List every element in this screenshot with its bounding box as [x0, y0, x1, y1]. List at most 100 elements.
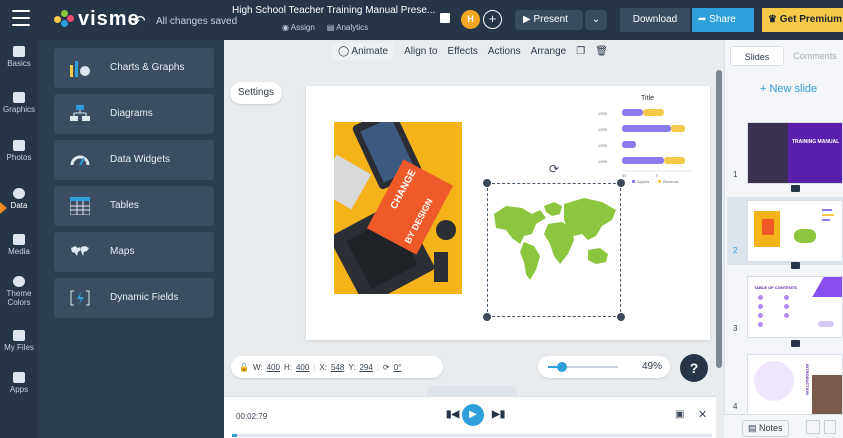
panel-item-data-widgets[interactable]: Data Widgets [54, 140, 214, 180]
slide-number: 4 [733, 402, 738, 411]
mini-chart-bar [671, 125, 685, 132]
slide-thumbnail-4[interactable]: INTRODUCTION [747, 354, 843, 416]
notes-button[interactable]: ▤ Notes [742, 420, 789, 437]
transition-icon[interactable] [791, 262, 800, 269]
slide-number: 3 [733, 324, 738, 333]
sidebar-item-graphics[interactable]: Graphics [0, 92, 38, 114]
slide-photo[interactable]: CHANGE BY DESIGN [334, 122, 462, 294]
rotate-icon[interactable]: ⟳ [549, 162, 559, 176]
grid-view-icon[interactable] [806, 420, 820, 434]
visme-logo[interactable]: visme [54, 8, 140, 31]
map-icon [71, 246, 89, 256]
tab-slides[interactable]: Slides [730, 46, 784, 66]
slide-number: 1 [733, 170, 738, 179]
transition-icon[interactable] [791, 340, 800, 347]
align-to-button[interactable]: Align to [404, 46, 437, 57]
download-button[interactable]: Download [620, 8, 690, 32]
timeline-progress[interactable] [232, 434, 712, 437]
resize-handle-top-right[interactable] [617, 179, 625, 187]
lock-ratio-icon[interactable]: 🔓 [239, 363, 249, 372]
transition-icon[interactable] [791, 185, 800, 192]
resize-handle-bottom-left[interactable] [483, 313, 491, 321]
menu-icon[interactable] [12, 10, 30, 26]
slide-number: 2 [733, 246, 738, 255]
sidebar-label: Data [10, 201, 28, 210]
table-icon [70, 197, 90, 215]
rotation-value[interactable]: 0° [394, 363, 402, 372]
visme-logo-mark-icon [54, 9, 74, 30]
new-slide-button[interactable]: + New slide [760, 83, 817, 95]
slide-thumbnail-2[interactable] [747, 200, 843, 262]
resize-handle-top-left[interactable] [483, 179, 491, 187]
panel-item-charts-graphs[interactable]: Charts & Graphs [54, 48, 214, 88]
selection-box[interactable] [487, 183, 621, 317]
mini-bar-chart[interactable]: 1994 1995 1996 1999 50 0 Apples Bananas [598, 103, 700, 189]
sidebar-label: Photos [6, 153, 32, 162]
tab-comments[interactable]: Comments [788, 46, 842, 66]
height-value[interactable]: 400 [296, 363, 309, 372]
slide-thumbnail-1[interactable]: TRAINING MANUAL [747, 122, 843, 184]
sidebar-item-my-files[interactable]: My Files [0, 330, 38, 352]
effects-button[interactable]: Effects [447, 46, 477, 57]
sidebar-item-theme-colors[interactable]: Theme Colors [0, 276, 38, 307]
arrange-button[interactable]: Arrange [531, 46, 567, 57]
panel-item-label: Charts & Graphs [110, 62, 185, 73]
sidebar-label: Basics [7, 59, 31, 68]
y-value[interactable]: 294 [359, 363, 372, 372]
resize-handle-bottom-right[interactable] [617, 313, 625, 321]
sidebar-item-apps[interactable]: Apps [0, 372, 38, 394]
panel-item-maps[interactable]: Maps [54, 232, 214, 272]
mini-chart-category-label: 1999 [598, 159, 608, 164]
expand-timeline-icon[interactable]: ▣ [675, 409, 684, 420]
add-collaborator-icon[interactable]: + [483, 10, 502, 29]
widget-icon [70, 155, 90, 166]
panel-item-tables[interactable]: Tables [54, 186, 214, 226]
panel-item-diagrams[interactable]: Diagrams [54, 94, 214, 134]
close-timeline-icon[interactable]: ✕ [698, 408, 707, 421]
x-value[interactable]: 548 [331, 363, 344, 372]
actions-button[interactable]: Actions [488, 46, 521, 57]
slide-thumbnail-3[interactable]: TABLE OF CONTENTS [747, 276, 843, 338]
mini-chart-tick-label: 0 [656, 173, 659, 178]
delete-icon[interactable]: 🗑 [595, 46, 608, 57]
list-view-icon[interactable] [824, 420, 836, 434]
active-sidebar-marker [0, 202, 7, 214]
document-title[interactable]: High School Teacher Training Manual Pres… [232, 5, 440, 16]
pie-chart-icon [13, 188, 25, 199]
animate-label: Animate [351, 46, 389, 57]
mini-chart-bar [622, 141, 636, 148]
get-premium-button[interactable]: ♛ Get Premium [762, 8, 843, 32]
sidebar-label: Apps [9, 385, 29, 394]
zoom-slider-handle[interactable] [557, 362, 567, 372]
assign-link[interactable]: ◉ Assign [282, 23, 315, 32]
previous-icon[interactable]: ▮◀ [446, 409, 459, 420]
settings-button[interactable]: Settings [230, 82, 282, 104]
canvas-vertical-scrollbar[interactable] [716, 70, 722, 368]
thumbnail-title: INTRODUCTION [804, 364, 810, 395]
sidebar-item-photos[interactable]: Photos [0, 140, 38, 162]
undo-icon[interactable]: ↶ [133, 12, 146, 30]
upload-icon [13, 330, 25, 341]
sidebar-item-basics[interactable]: Basics [0, 46, 38, 68]
comment-icon[interactable] [440, 13, 450, 23]
premium-label: Get Premium [779, 14, 842, 25]
help-button[interactable]: ? [680, 354, 708, 382]
present-options-chevron-icon[interactable]: ⌄ [585, 10, 607, 30]
share-button[interactable]: ➦ Share [692, 8, 754, 32]
media-icon [13, 234, 25, 245]
analytics-link[interactable]: ▤ Analytics [327, 23, 368, 32]
save-status: All changes saved [156, 16, 238, 27]
width-value[interactable]: 400 [267, 363, 280, 372]
animate-button[interactable]: ◯ Animate [332, 43, 395, 60]
panel-item-dynamic-fields[interactable]: Dynamic Fields [54, 278, 214, 318]
chart-icon [70, 61, 90, 77]
timeline-toggle-handle[interactable] [427, 386, 517, 396]
user-avatar[interactable]: H [461, 10, 480, 29]
present-button[interactable]: ▶ Present [515, 10, 583, 30]
height-label: H: [283, 362, 292, 372]
duplicate-icon[interactable]: ❐ [576, 46, 585, 57]
next-icon[interactable]: ▶▮ [492, 409, 505, 420]
sidebar-label: My Files [4, 343, 34, 352]
sidebar-item-media[interactable]: Media [0, 234, 38, 256]
play-button[interactable]: ▶ [462, 404, 484, 426]
